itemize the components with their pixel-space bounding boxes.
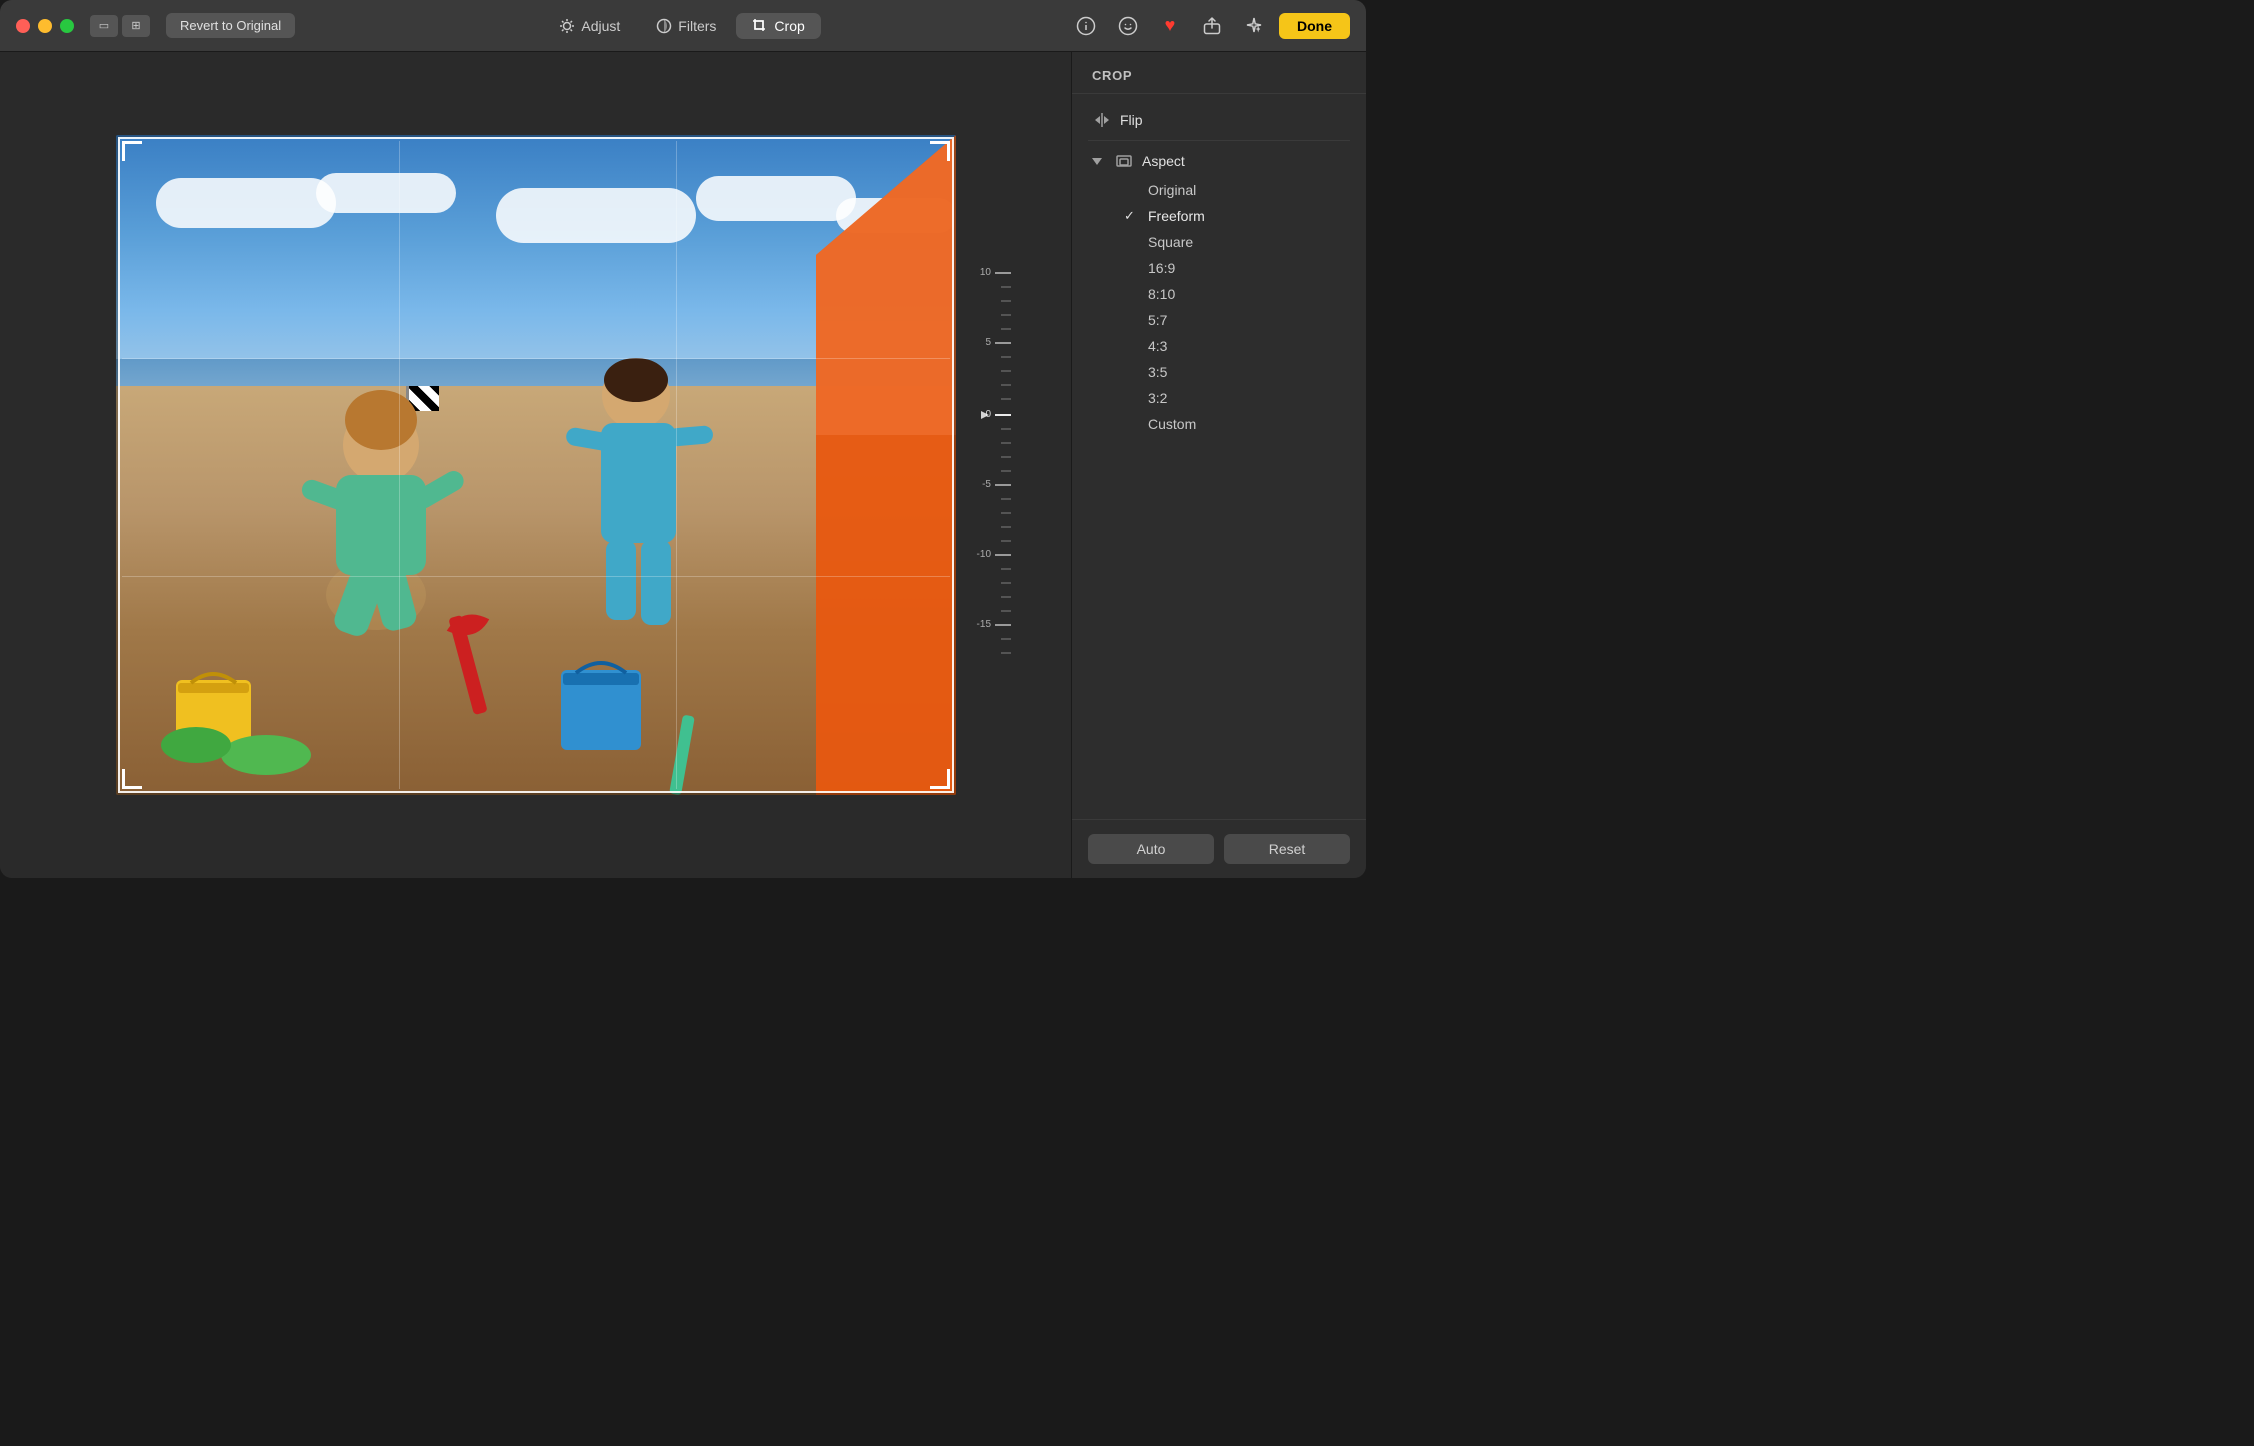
toolbar-center: Adjust Filters Crop — [307, 13, 1057, 39]
revert-to-original-button[interactable]: Revert to Original — [166, 13, 295, 38]
close-button[interactable] — [16, 19, 30, 33]
heart-button[interactable]: ♥ — [1153, 12, 1187, 40]
check-16-9 — [1124, 261, 1140, 276]
aspect-option-freeform[interactable]: ✓ Freeform — [1072, 203, 1366, 229]
flip-item[interactable]: Flip — [1072, 104, 1366, 136]
crop-icon — [752, 18, 768, 34]
face-button[interactable] — [1111, 12, 1145, 40]
svg-text:5: 5 — [985, 337, 991, 348]
aspect-custom-label: Custom — [1148, 416, 1196, 432]
check-3-5 — [1124, 365, 1140, 380]
sidebar-footer: Auto Reset — [1072, 819, 1366, 878]
aspect-16-9-label: 16:9 — [1148, 260, 1175, 276]
check-3-2 — [1124, 391, 1140, 406]
toolbar-right: ♥ Done — [1069, 12, 1350, 40]
crop-tool-button[interactable]: Crop — [736, 13, 820, 39]
face-icon — [1118, 16, 1138, 36]
svg-text:10: 10 — [979, 267, 991, 278]
sidebar-title: CROP — [1072, 52, 1366, 94]
photo-container: 10 5 — [116, 135, 956, 795]
aspect-square-label: Square — [1148, 234, 1193, 250]
aspect-8-10-label: 8:10 — [1148, 286, 1175, 302]
cloud-5 — [836, 198, 956, 233]
view-single-button[interactable]: ▭ — [90, 15, 118, 37]
info-icon — [1076, 16, 1096, 36]
window-view-buttons: ▭ ⊞ — [90, 15, 150, 37]
aspect-option-custom[interactable]: Custom — [1072, 411, 1366, 437]
aspect-original-label: Original — [1148, 182, 1196, 198]
aspect-option-16-9[interactable]: 16:9 — [1072, 255, 1366, 281]
flip-icon — [1092, 110, 1112, 130]
aspect-3-2-label: 3:2 — [1148, 390, 1167, 406]
aspect-5-7-label: 5:7 — [1148, 312, 1167, 328]
share-button[interactable] — [1195, 12, 1229, 40]
photo-canvas — [116, 135, 956, 795]
sun-icon — [559, 18, 575, 34]
aspect-freeform-label: Freeform — [1148, 208, 1205, 224]
magic-icon — [1245, 17, 1263, 35]
check-4-3 — [1124, 339, 1140, 354]
cloud-4 — [696, 176, 856, 221]
check-5-7 — [1124, 313, 1140, 328]
info-button[interactable] — [1069, 12, 1103, 40]
cloud-3 — [496, 188, 696, 243]
ruler-svg: 10 5 — [961, 225, 1016, 705]
aspect-option-square[interactable]: Square — [1072, 229, 1366, 255]
cloud-2 — [316, 173, 456, 213]
divider-1 — [1088, 140, 1350, 141]
view-grid-button[interactable]: ⊞ — [122, 15, 150, 37]
cloud-1 — [156, 178, 336, 228]
auto-button[interactable]: Auto — [1088, 834, 1214, 864]
check-freeform: ✓ — [1124, 208, 1140, 224]
aspect-option-8-10[interactable]: 8:10 — [1072, 281, 1366, 307]
aspect-4-3-label: 4:3 — [1148, 338, 1167, 354]
check-8-10 — [1124, 287, 1140, 302]
adjust-label: Adjust — [581, 18, 620, 34]
traffic-lights — [16, 19, 74, 33]
svg-text:-10: -10 — [976, 549, 991, 560]
main-content: 10 5 — [0, 52, 1366, 878]
titlebar: ▭ ⊞ Revert to Original Adjust — [0, 0, 1366, 52]
aspect-option-5-7[interactable]: 5:7 — [1072, 307, 1366, 333]
minimize-button[interactable] — [38, 19, 52, 33]
aspect-expand-icon — [1092, 158, 1102, 165]
sand-layer — [116, 386, 956, 795]
crop-label: Crop — [774, 18, 804, 34]
main-window: ▭ ⊞ Revert to Original Adjust — [0, 0, 1366, 878]
photo-area[interactable]: 10 5 — [0, 52, 1071, 878]
maximize-button[interactable] — [60, 19, 74, 33]
sidebar: CROP Flip — [1071, 52, 1366, 878]
aspect-option-original[interactable]: Original — [1072, 177, 1366, 203]
check-original — [1124, 183, 1140, 198]
circle-icon — [656, 18, 672, 34]
flag — [409, 386, 439, 411]
sidebar-content: Flip Aspect O — [1072, 94, 1366, 819]
flip-label: Flip — [1120, 112, 1143, 128]
filters-tool-button[interactable]: Filters — [640, 13, 732, 39]
aspect-option-4-3[interactable]: 4:3 — [1072, 333, 1366, 359]
adjust-tool-button[interactable]: Adjust — [543, 13, 636, 39]
aspect-header[interactable]: Aspect — [1072, 145, 1366, 177]
check-square — [1124, 235, 1140, 250]
check-custom — [1124, 417, 1140, 432]
filters-label: Filters — [678, 18, 716, 34]
reset-button[interactable]: Reset — [1224, 834, 1350, 864]
aspect-3-5-label: 3:5 — [1148, 364, 1167, 380]
rotation-ruler[interactable]: 10 5 — [961, 225, 1016, 705]
aspect-icon — [1114, 151, 1134, 171]
done-button[interactable]: Done — [1279, 13, 1350, 39]
aspect-option-3-2[interactable]: 3:2 — [1072, 385, 1366, 411]
svg-text:-15: -15 — [976, 619, 991, 630]
aspect-label: Aspect — [1142, 153, 1185, 169]
aspect-option-3-5[interactable]: 3:5 — [1072, 359, 1366, 385]
magic-button[interactable] — [1237, 12, 1271, 40]
share-icon — [1203, 17, 1221, 35]
svg-text:-5: -5 — [982, 479, 991, 490]
clouds-layer — [116, 168, 956, 333]
